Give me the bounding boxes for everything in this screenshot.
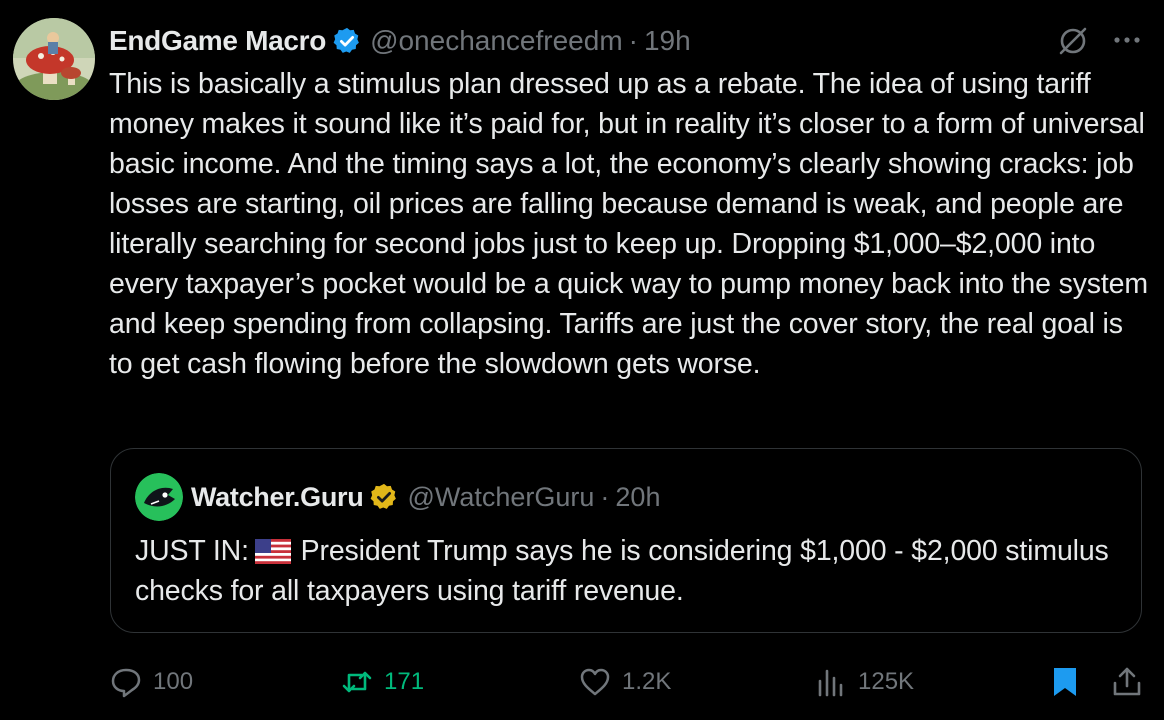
quoted-text: JUST IN: President Trump says he is cons…: [135, 531, 1125, 611]
verified-badge-icon: [332, 26, 362, 56]
quoted-header: Watcher.Guru @WatcherGuru · 20h: [191, 479, 660, 515]
tweet[interactable]: EndGame Macro @onechancefreedm · 19h Thi…: [0, 0, 1164, 720]
reply-count: 100: [153, 668, 194, 695]
quoted-avatar[interactable]: [135, 473, 183, 521]
retweet-icon: [340, 665, 374, 699]
verified-gold-badge-icon: [369, 482, 399, 512]
tweet-text: This is basically a stimulus plan dresse…: [109, 68, 1148, 380]
us-flag-icon: [254, 535, 291, 564]
avatar[interactable]: [13, 18, 95, 100]
author-display-name[interactable]: EndGame Macro: [109, 25, 326, 57]
tweet-header: EndGame Macro @onechancefreedm · 19h: [109, 22, 691, 60]
quoted-timestamp[interactable]: 20h: [615, 482, 660, 513]
quoted-handle[interactable]: @WatcherGuru: [407, 482, 594, 513]
quoted-display-name[interactable]: Watcher.Guru: [191, 482, 364, 513]
like-icon: [578, 665, 612, 699]
views-count: 125K: [858, 668, 915, 695]
like-count: 1.2K: [622, 668, 672, 695]
bookmark-icon: [1048, 665, 1082, 699]
bookmark-button[interactable]: [1048, 660, 1082, 704]
quoted-text-prefix: JUST IN:: [135, 535, 249, 567]
like-button[interactable]: 1.2K: [578, 660, 671, 704]
tweet-timestamp[interactable]: 19h: [644, 25, 691, 57]
views-icon: [814, 665, 848, 699]
action-bar: 100 171 1.2K 125K: [0, 660, 1164, 704]
views-button[interactable]: 125K: [814, 660, 914, 704]
reply-icon: [109, 665, 143, 699]
more-icon[interactable]: [1110, 27, 1144, 53]
share-icon: [1110, 665, 1144, 699]
grok-icon[interactable]: [1056, 24, 1090, 58]
retweet-button[interactable]: 171: [340, 660, 424, 704]
quoted-tweet[interactable]: Watcher.Guru @WatcherGuru · 20h JUST IN:: [110, 448, 1142, 633]
separator-dot: ·: [628, 25, 638, 56]
reply-button[interactable]: 100: [109, 660, 193, 704]
author-handle[interactable]: @onechancefreedm: [370, 25, 623, 57]
retweet-count: 171: [384, 668, 425, 695]
share-button[interactable]: [1110, 660, 1144, 704]
separator-dot: ·: [600, 481, 610, 512]
